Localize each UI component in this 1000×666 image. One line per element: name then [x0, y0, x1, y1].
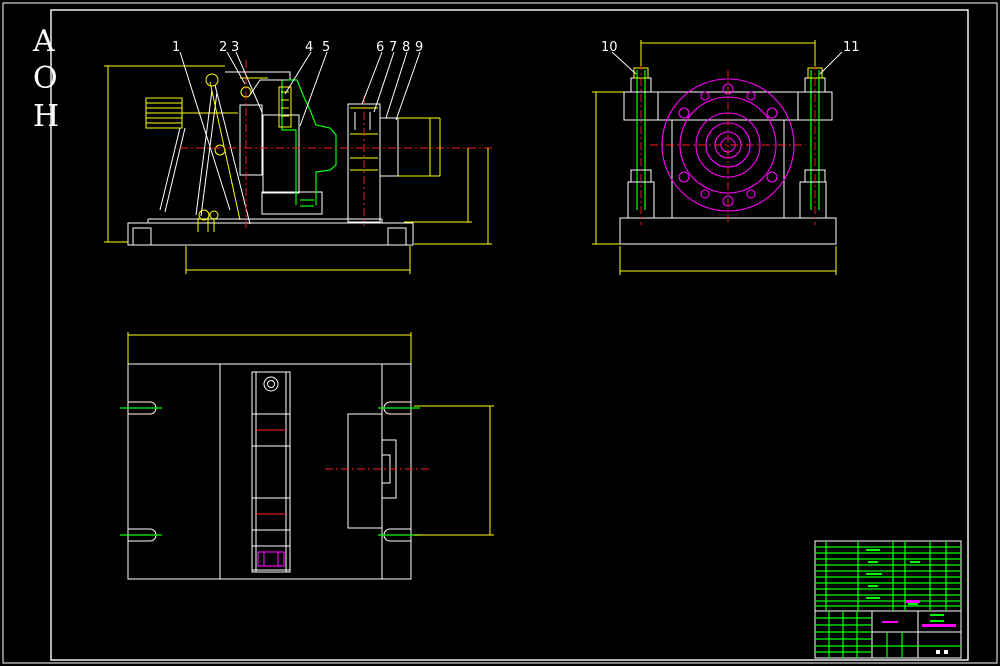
front-view: [104, 51, 495, 274]
balloon-2: 2: [219, 40, 227, 55]
balloon-9: 9: [415, 40, 423, 55]
balloon-8: 8: [402, 40, 410, 55]
balloon-7: 7: [389, 40, 397, 55]
balloon-1: 1: [172, 40, 180, 55]
balloon-11: 11: [843, 40, 860, 55]
balloon-4: 4: [305, 40, 313, 55]
balloon-5: 5: [322, 40, 330, 55]
cad-drawing: 1 2 3 4 5 6 7 8 9 10 11: [2, 2, 998, 664]
balloon-10: 10: [601, 40, 618, 55]
balloon-3: 3: [231, 40, 239, 55]
title-block: [814, 540, 962, 659]
balloon-6: 6: [376, 40, 384, 55]
outer-border: [2, 2, 998, 664]
top-view: [120, 332, 494, 580]
side-view: [592, 40, 843, 275]
